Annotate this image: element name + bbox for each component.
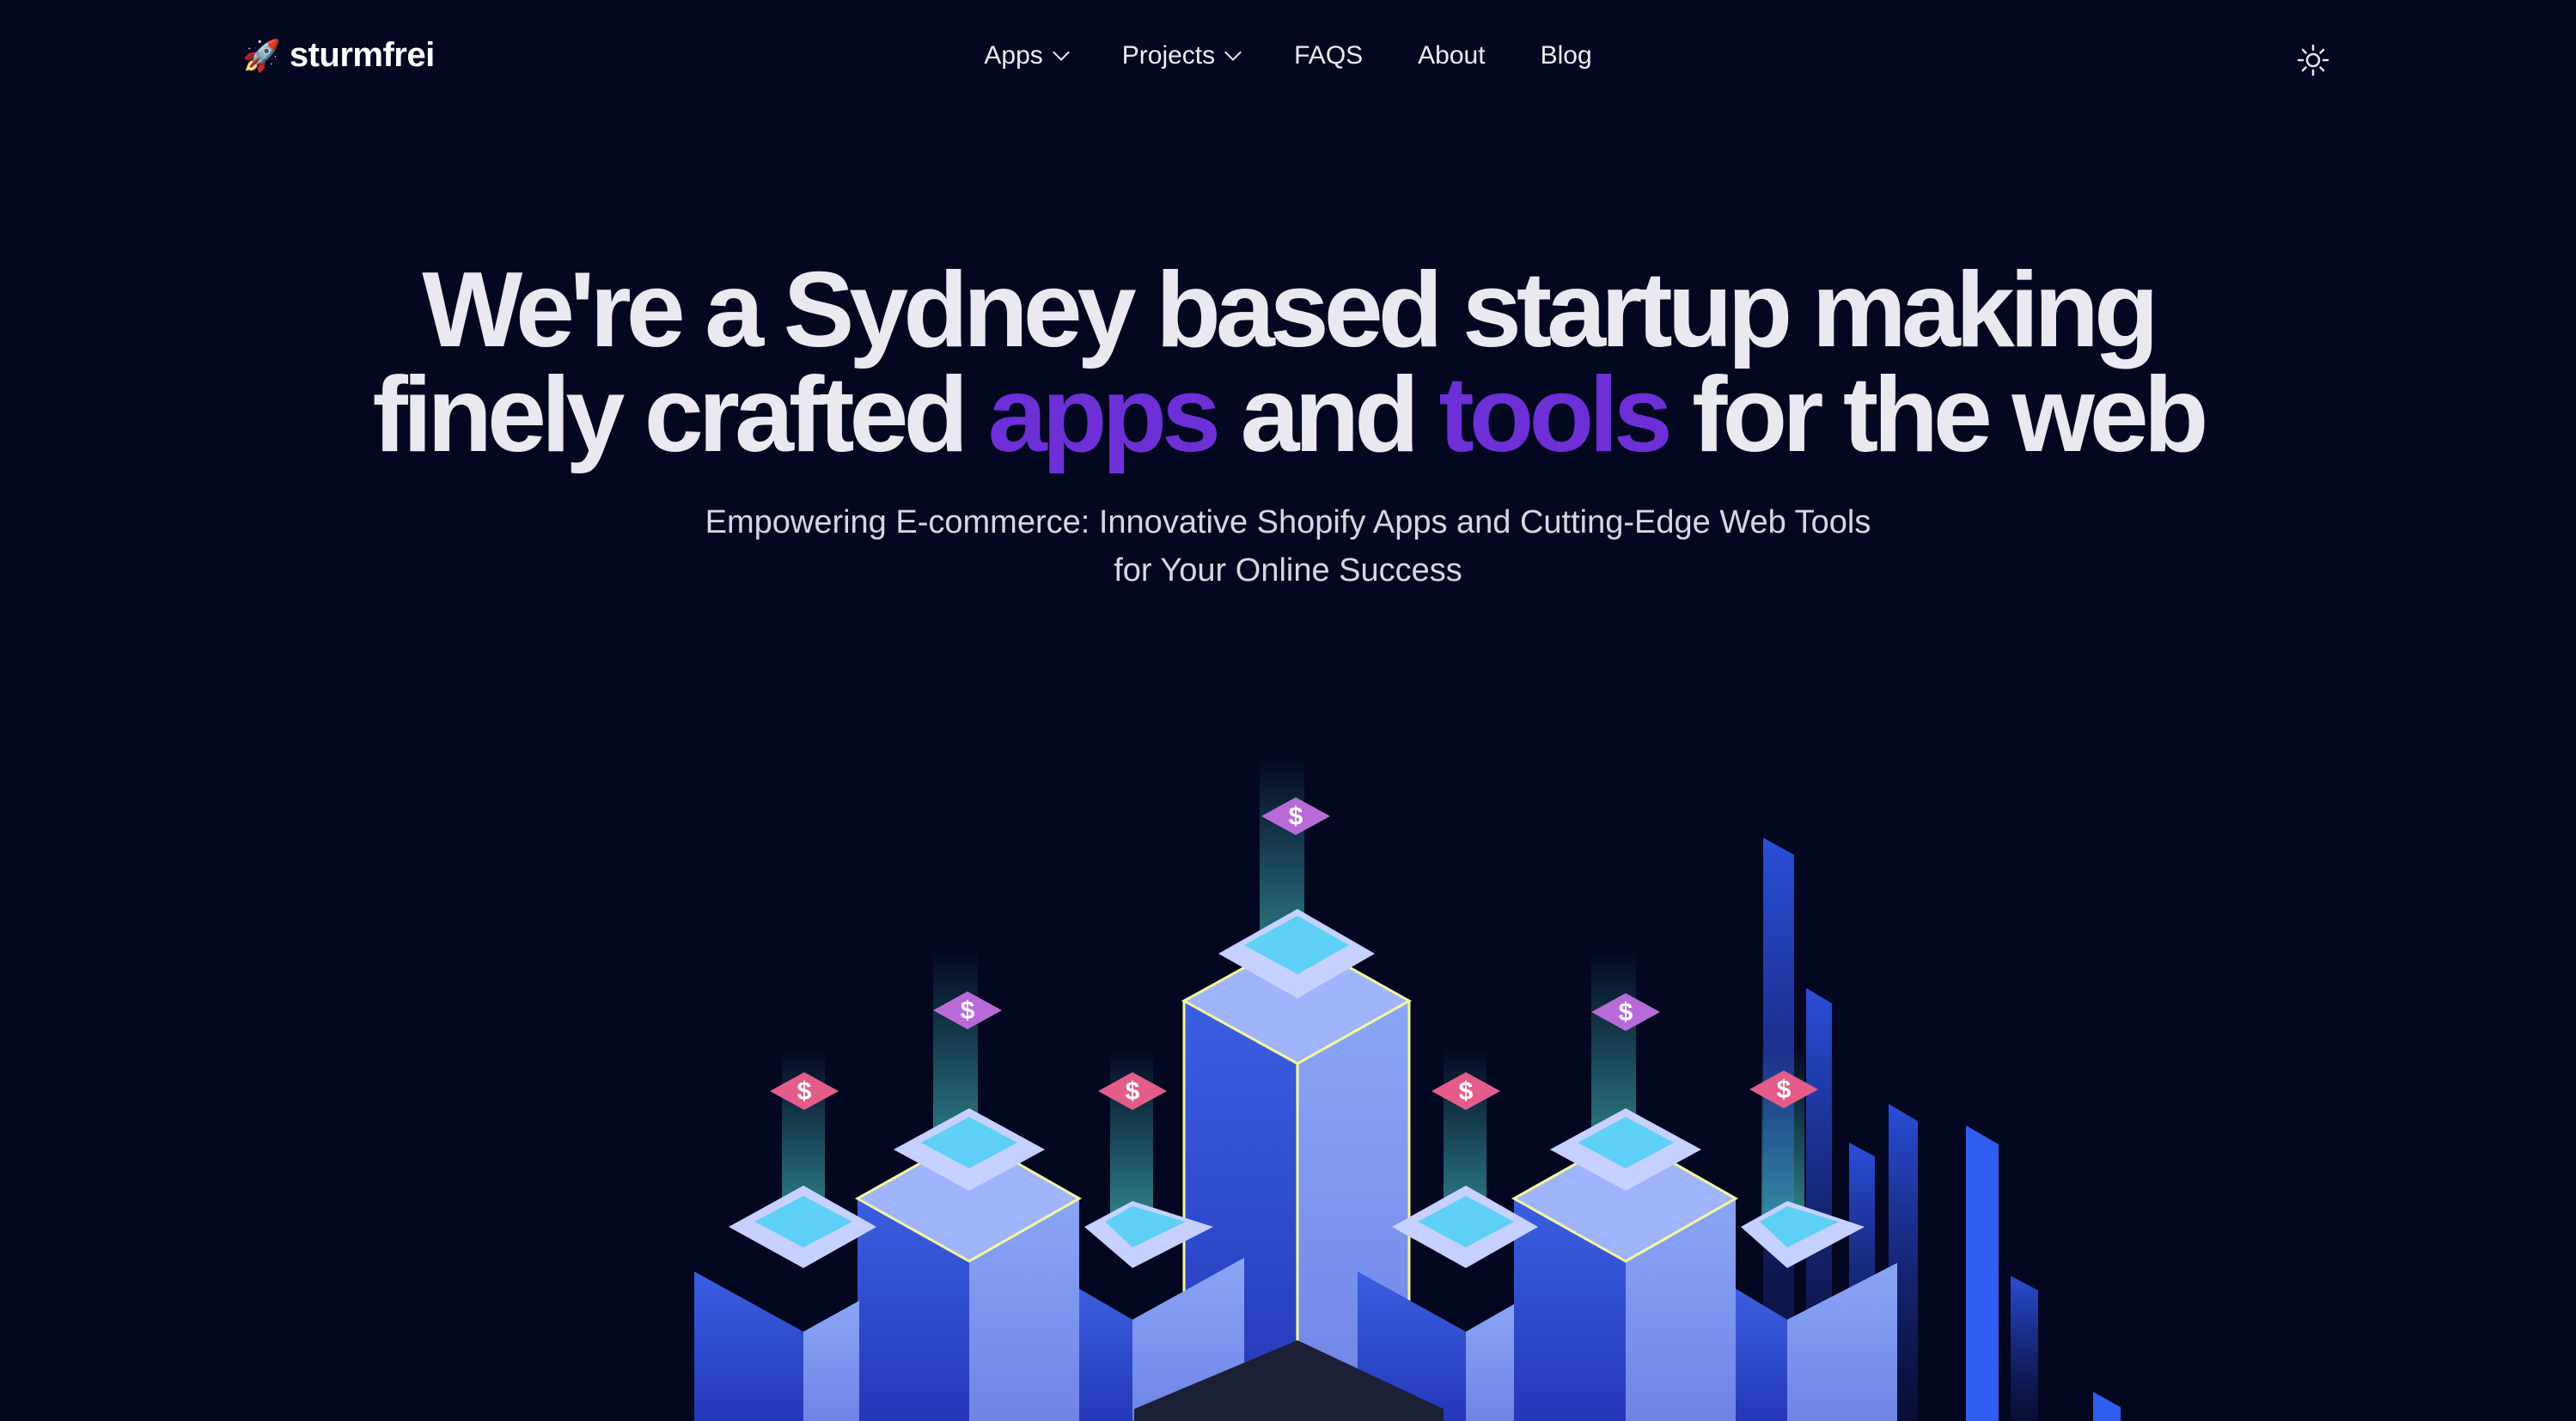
theme-toggle-button[interactable] [2296,43,2330,77]
nav-item-label: About [1418,41,1486,70]
hero-accent-apps: apps [987,356,1221,474]
svg-text:$: $ [1289,802,1303,831]
nav-item-faqs[interactable]: FAQS [1294,41,1363,70]
nav-item-apps[interactable]: Apps [984,41,1070,70]
isometric-city-illustration: $ $ $ $ $ $ $ [694,756,2121,1421]
nav-item-label: FAQS [1294,41,1364,70]
hero-subtitle: Empowering E-commerce: Innovative Shopif… [0,498,2576,595]
chevron-down-icon [1052,44,1070,61]
nav-item-label: Projects [1121,41,1216,70]
nav-item-about[interactable]: About [1418,41,1485,70]
sun-icon [2297,44,2329,76]
nav-item-projects[interactable]: Projects [1121,41,1242,70]
left-tower [854,1108,1083,1421]
hero-accent-tools: tools [1438,356,1673,474]
nav-item-blog[interactable]: Blog [1541,41,1592,70]
coin-token: $ [1098,1072,1167,1110]
svg-text:$: $ [1126,1077,1140,1106]
coin-token: $ [1431,1072,1500,1110]
chevron-down-icon [1224,44,1242,61]
svg-text:$: $ [961,997,975,1025]
hero-title-line2-c: for the web [1667,356,2208,474]
hero-title-line1: We're a Sydney based startup making [422,251,2159,369]
hero-subtitle-line1: Empowering E-commerce: Innovative Shopif… [705,504,1871,540]
nav-item-label: Blog [1540,41,1592,70]
hero-title-line2-b: and [1216,356,1439,474]
hero-title-line2-a: finely crafted [372,356,988,474]
svg-text:$: $ [1777,1076,1792,1104]
nav-item-label: Apps [984,41,1043,70]
coin-token: $ [770,1072,839,1110]
hero-title: We're a Sydney based startup making fine… [0,257,2576,468]
svg-text:$: $ [1619,998,1633,1027]
svg-text:$: $ [1459,1077,1474,1106]
hero-subtitle-line2: for Your Online Success [1114,552,1462,589]
svg-text:$: $ [797,1077,812,1106]
main-menu: Apps Projects FAQS About Blog [0,41,2576,70]
top-navigation: 🚀 sturmfrei Apps Projects FAQS About Blo… [0,0,2576,117]
right-tower [1511,1108,1739,1421]
